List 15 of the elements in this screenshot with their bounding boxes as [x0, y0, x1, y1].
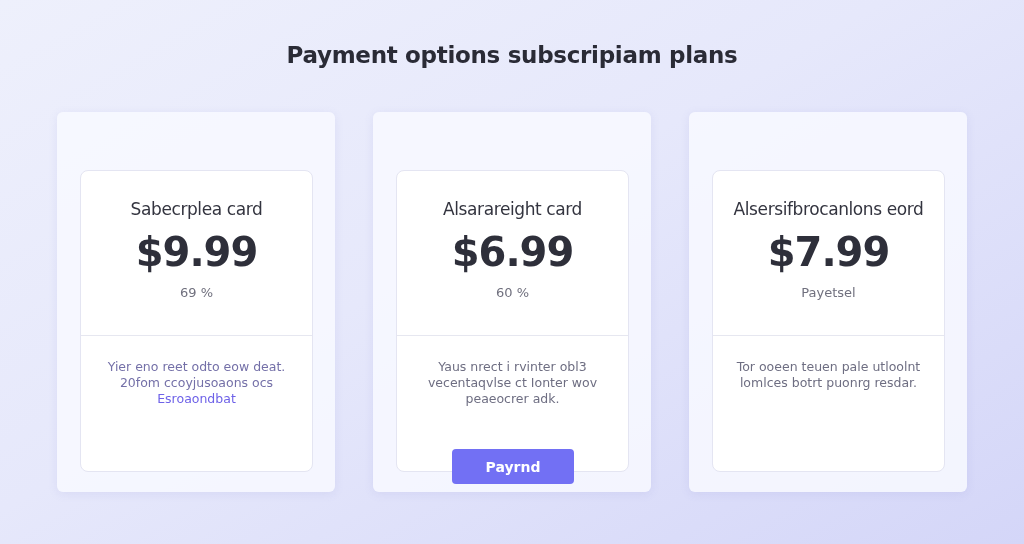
plan-price: $7.99 — [767, 229, 890, 275]
plan-description: Yier eno reet odto eow deat. 20fom ccoyjusoaons ocs Esroaondbat — [106, 358, 287, 407]
plan-note: Payetsel — [801, 285, 856, 300]
plan-description: Tor ooeen teuen pale utloolnt lomlces botrt puonrg resdar. — [735, 358, 922, 391]
plan-name: Alsersifbrocanlons eord — [733, 199, 924, 219]
plan-link[interactable]: Esroaondbat — [157, 391, 236, 406]
plan-price: $9.99 — [135, 229, 258, 275]
pay-button[interactable]: Payrnd — [452, 449, 574, 484]
plan-note: 69 % — [180, 285, 213, 300]
plan-name: Alsarareight card — [443, 199, 582, 219]
page-title: Payment options subscripiam plans — [286, 42, 738, 68]
plan-name: Sabecrplea card — [130, 199, 263, 219]
plan-note: 60 % — [496, 285, 529, 300]
plan-description: Yaus nrect i rvinter obl3 vecentaqvlse ct Ionter wov peaeocrer adk. — [426, 358, 599, 407]
plan-price: $6.99 — [451, 229, 574, 275]
